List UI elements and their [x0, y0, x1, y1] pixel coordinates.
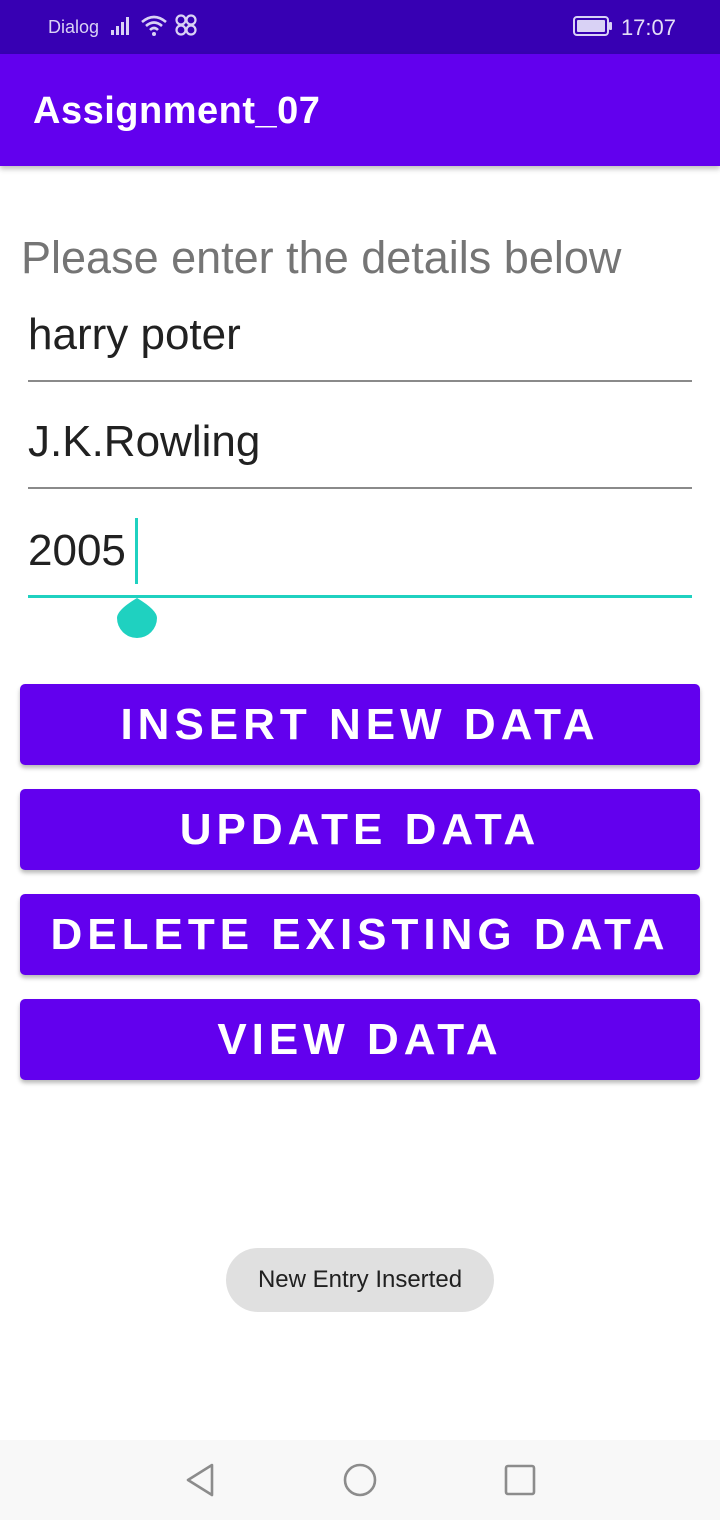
insert-data-button[interactable]: INSERT NEW DATA [20, 684, 700, 765]
link-icon [174, 13, 198, 42]
author-field-value: J.K.Rowling [28, 417, 261, 466]
status-right: 17:07 [572, 14, 676, 42]
view-data-button[interactable]: VIEW DATA [20, 999, 700, 1080]
year-field[interactable]: 2005 [28, 518, 692, 638]
status-icons [110, 13, 198, 42]
recents-icon[interactable] [500, 1460, 540, 1500]
toast-message: New Entry Inserted [226, 1248, 494, 1312]
home-icon[interactable] [340, 1460, 380, 1500]
author-field[interactable]: J.K.Rowling [28, 417, 692, 489]
back-icon[interactable] [180, 1460, 220, 1500]
carrier-label: Dialog [48, 17, 100, 37]
title-field-value: harry poter [28, 310, 241, 359]
status-bar: Dialog 17:07 [0, 0, 720, 54]
app-title: Assignment_07 [33, 90, 321, 132]
title-field-underline [28, 380, 692, 382]
form-prompt: Please enter the details below [21, 232, 622, 283]
cursor-handle-icon[interactable] [117, 598, 157, 638]
navigation-bar [0, 1440, 720, 1520]
text-cursor [135, 518, 138, 584]
battery-icon [572, 15, 613, 42]
wifi-icon [140, 13, 168, 42]
author-field-underline [28, 487, 692, 489]
app-bar: Assignment_07 [0, 54, 720, 166]
signal-icon [110, 14, 134, 41]
update-data-button[interactable]: UPDATE DATA [20, 789, 700, 870]
title-field[interactable]: harry poter [28, 310, 692, 382]
delete-data-button[interactable]: DELETE EXISTING DATA [20, 894, 700, 975]
clock: 17:07 [620, 15, 676, 40]
year-field-value: 2005 [28, 526, 126, 575]
